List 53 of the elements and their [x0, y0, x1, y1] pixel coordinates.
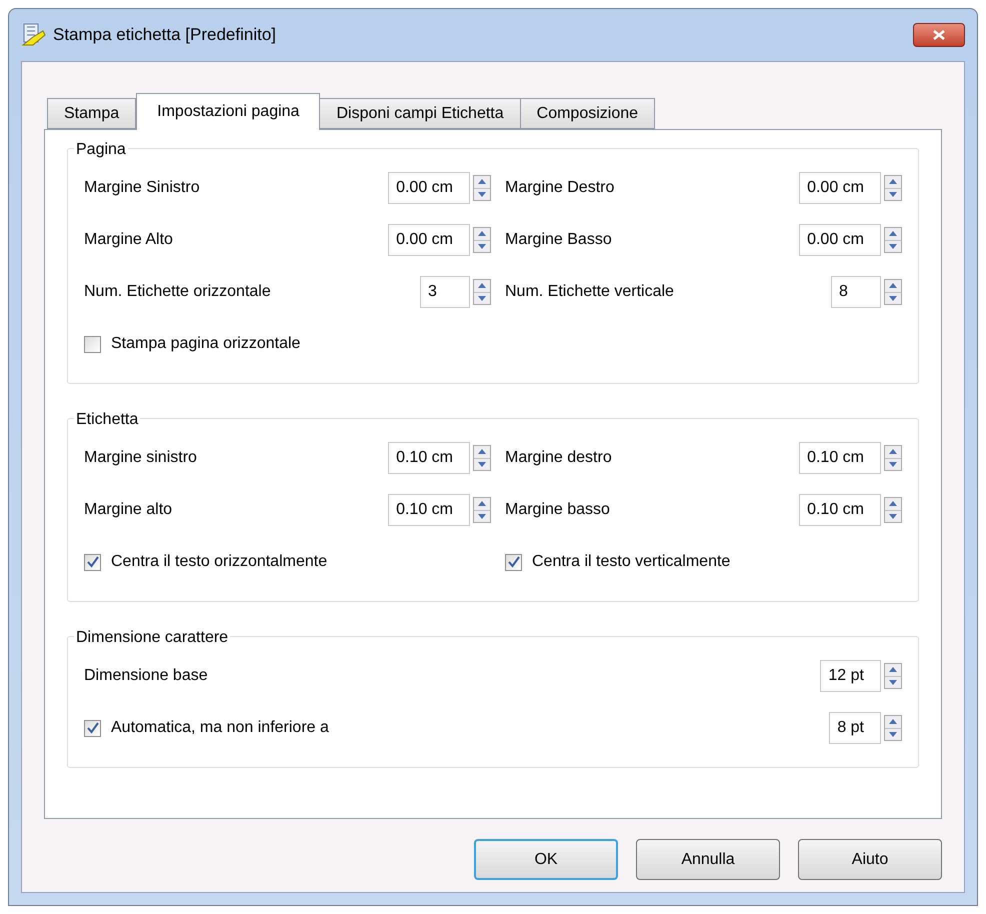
- spin-arrows-icon[interactable]: [473, 227, 491, 253]
- spin-arrows-icon[interactable]: [884, 715, 902, 741]
- window-title: Stampa etichetta [Predefinito]: [53, 24, 276, 46]
- checkmark-icon: [86, 556, 98, 568]
- field-label: Margine Basso: [505, 230, 612, 250]
- spin-arrows-icon[interactable]: [884, 497, 902, 523]
- number-field[interactable]: 0.00 cm: [799, 172, 881, 204]
- checkbox[interactable]: Centra il testo orizzontalmente: [84, 550, 328, 574]
- spin-arrows-icon[interactable]: [884, 227, 902, 253]
- field-label: Dimensione base: [84, 666, 208, 686]
- field-label: Margine sinistro: [84, 448, 197, 468]
- number-field[interactable]: 12 pt: [820, 660, 881, 692]
- spin-arrows-icon[interactable]: [473, 175, 491, 201]
- number-field[interactable]: 0.10 cm: [799, 442, 881, 474]
- number-field[interactable]: 0.10 cm: [388, 494, 470, 526]
- close-icon: [933, 30, 945, 40]
- checkbox[interactable]: Stampa pagina orizzontale: [84, 332, 300, 356]
- number-field[interactable]: 0.10 cm: [799, 494, 881, 526]
- checkmark-icon: [508, 556, 520, 568]
- spin-arrows-icon[interactable]: [473, 279, 491, 305]
- label-sheet-icon: [21, 23, 47, 47]
- dialog-button[interactable]: OK: [474, 839, 618, 880]
- field-label: Margine alto: [84, 500, 172, 520]
- checkmark-icon: [86, 722, 98, 734]
- field-label: Margine Destro: [505, 178, 614, 198]
- field-label: Margine basso: [505, 500, 610, 520]
- close-button[interactable]: [913, 23, 965, 47]
- checkbox[interactable]: Automatica, ma non inferiore a: [84, 716, 329, 740]
- spin-arrows-icon[interactable]: [884, 445, 902, 471]
- number-field[interactable]: 8: [831, 276, 881, 308]
- number-field[interactable]: 3: [420, 276, 470, 308]
- checkbox[interactable]: Centra il testo verticalmente: [505, 550, 730, 574]
- field-label: Margine Sinistro: [84, 178, 200, 198]
- tab[interactable]: Stampa: [47, 98, 136, 129]
- number-field[interactable]: 0.00 cm: [388, 172, 470, 204]
- field-label: Num. Etichette orizzontale: [84, 282, 271, 302]
- spin-arrows-icon[interactable]: [473, 497, 491, 523]
- field-label: Num. Etichette verticale: [505, 282, 674, 302]
- tab[interactable]: Disponi campi Etichetta: [319, 98, 521, 129]
- field-label: Margine destro: [505, 448, 612, 468]
- number-field[interactable]: 8 pt: [829, 712, 881, 744]
- number-field[interactable]: 0.10 cm: [388, 442, 470, 474]
- spin-arrows-icon[interactable]: [884, 175, 902, 201]
- number-field[interactable]: 0.00 cm: [388, 224, 470, 256]
- spin-arrows-icon[interactable]: [473, 445, 491, 471]
- tab[interactable]: Impostazioni pagina: [136, 93, 320, 130]
- number-field[interactable]: 0.00 cm: [799, 224, 881, 256]
- dialog-button[interactable]: Annulla: [636, 839, 780, 880]
- spin-arrows-icon[interactable]: [884, 663, 902, 689]
- field-label: Margine Alto: [84, 230, 173, 250]
- tab[interactable]: Composizione: [520, 98, 656, 129]
- dialog-button[interactable]: Aiuto: [798, 839, 942, 880]
- spin-arrows-icon[interactable]: [884, 279, 902, 305]
